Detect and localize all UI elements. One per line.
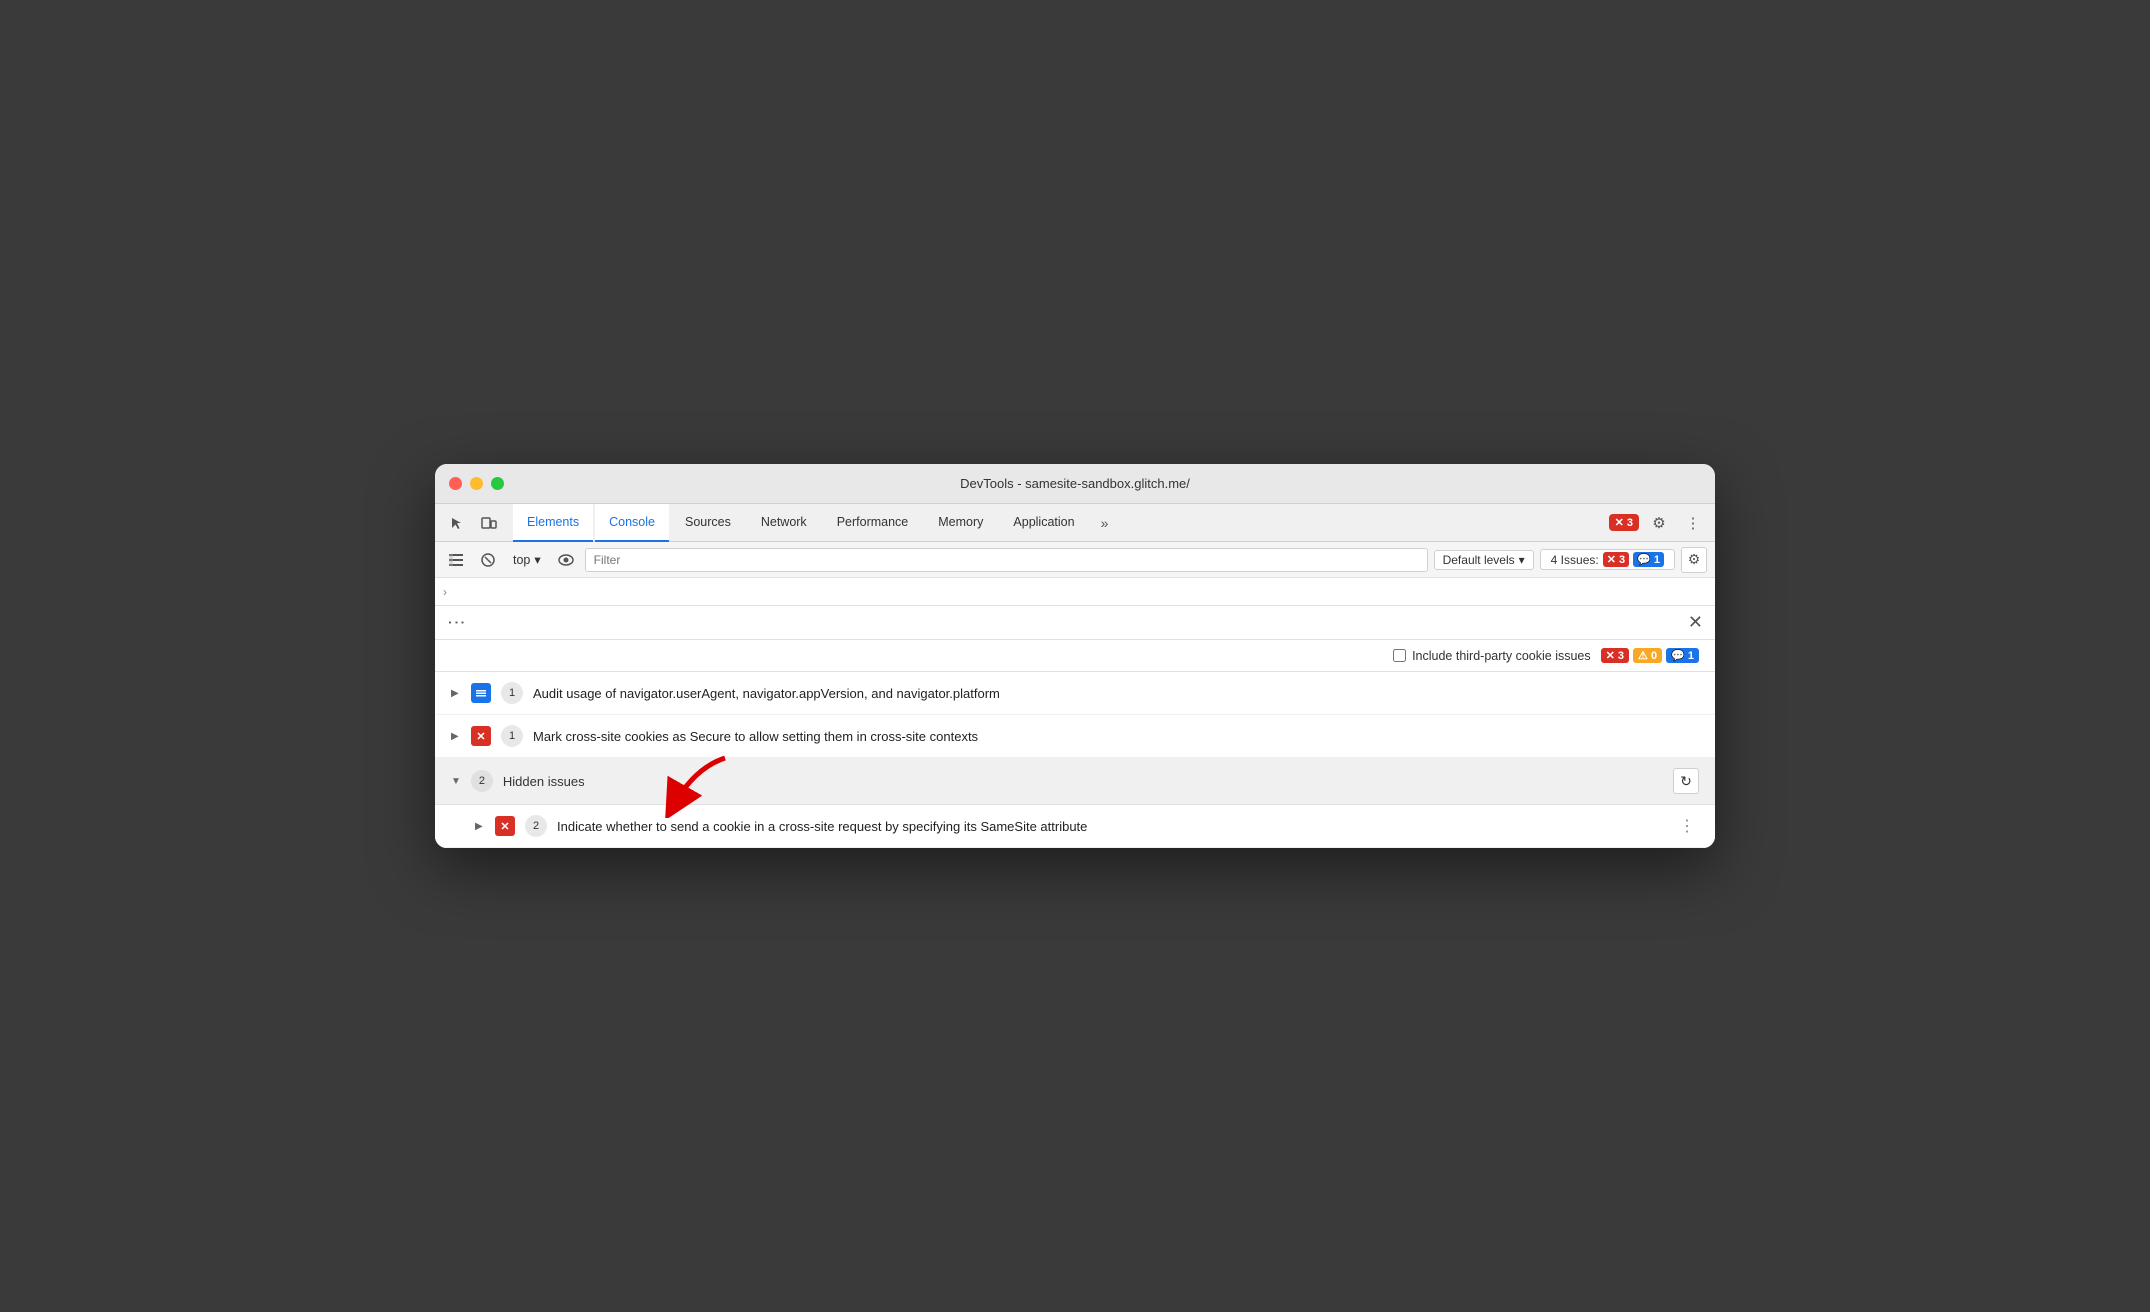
include-third-party-checkbox[interactable] bbox=[1393, 649, 1406, 662]
issues-toolbar: Include third-party cookie issues ✕ 3 ⚠ … bbox=[435, 640, 1715, 672]
tab-bar-right: ✕ 3 ⚙ ⋮ bbox=[1609, 509, 1707, 537]
issue-2-type-icon: ✕ bbox=[471, 726, 491, 746]
error-icon: ✕ bbox=[1615, 516, 1624, 529]
issue-row-cross-site-cookies[interactable]: ▶ ✕ 1 Mark cross-site cookies as Secure … bbox=[435, 715, 1715, 758]
issues-counter-button[interactable]: 4 Issues: ✕ 3 💬 1 bbox=[1540, 549, 1675, 570]
sub-issue-samesite[interactable]: ▶ ✕ 2 Indicate whether to send a cookie … bbox=[435, 805, 1715, 848]
refresh-hidden-issues-button[interactable]: ↻ bbox=[1673, 768, 1699, 794]
badge-info-count: 💬 1 bbox=[1666, 648, 1699, 663]
context-selector[interactable]: top ▾ bbox=[507, 550, 547, 569]
badge-warning-count: ⚠ 0 bbox=[1633, 648, 1662, 663]
tab-sources[interactable]: Sources bbox=[671, 504, 745, 542]
issue-2-text: Mark cross-site cookies as Secure to all… bbox=[533, 729, 1699, 744]
sub-issue-expand-icon[interactable]: ▶ bbox=[475, 821, 485, 832]
devtools-body: Elements Console Sources Network Perform… bbox=[435, 504, 1715, 848]
titlebar: DevTools - samesite-sandbox.glitch.me/ bbox=[435, 464, 1715, 504]
eye-icon-button[interactable] bbox=[553, 547, 579, 573]
tab-memory[interactable]: Memory bbox=[924, 504, 997, 542]
issue-1-count: 1 bbox=[501, 682, 523, 704]
issue-1-text: Audit usage of navigator.userAgent, navi… bbox=[533, 686, 1699, 701]
sidebar-toggle-button[interactable] bbox=[443, 547, 469, 573]
include-third-party-checkbox-label[interactable]: Include third-party cookie issues bbox=[1393, 649, 1591, 663]
console-settings-button[interactable]: ⚙ bbox=[1681, 547, 1707, 573]
issues-error-x-icon: ✕ bbox=[1607, 554, 1616, 566]
dropdown-chevron-icon: ▾ bbox=[534, 552, 540, 567]
clear-console-button[interactable] bbox=[475, 547, 501, 573]
cursor-icon-button[interactable] bbox=[443, 509, 471, 537]
log-levels-dropdown[interactable]: Default levels ▾ bbox=[1434, 550, 1534, 570]
error-badge: ✕ 3 bbox=[1609, 514, 1639, 531]
close-panel-button[interactable]: ✕ bbox=[1688, 612, 1703, 633]
issues-panel: ⋮ ✕ Include third-party cookie issues ✕ … bbox=[435, 606, 1715, 848]
badge-info-icon: 💬 bbox=[1671, 650, 1685, 662]
sub-issue-text: Indicate whether to send a cookie in a c… bbox=[557, 819, 1665, 834]
panel-top-row: › bbox=[435, 578, 1715, 606]
issue-2-expand-icon[interactable]: ▶ bbox=[451, 731, 461, 742]
tab-bar: Elements Console Sources Network Perform… bbox=[435, 504, 1715, 542]
tab-elements[interactable]: Elements bbox=[513, 504, 593, 542]
sub-issue-more-options-button[interactable]: ⋮ bbox=[1675, 816, 1699, 836]
console-toolbar: top ▾ Default levels ▾ 4 Issues: ✕ 3 bbox=[435, 542, 1715, 578]
tab-application[interactable]: Application bbox=[999, 504, 1088, 542]
tab-performance[interactable]: Performance bbox=[823, 504, 923, 542]
tab-network[interactable]: Network bbox=[747, 504, 821, 542]
issues-error-badge: ✕ 3 bbox=[1603, 552, 1629, 567]
issue-1-expand-icon[interactable]: ▶ bbox=[451, 688, 461, 699]
hidden-issues-expand-icon[interactable]: ▼ bbox=[451, 776, 461, 787]
hidden-issues-label: Hidden issues bbox=[503, 774, 1663, 789]
settings-icon-button[interactable]: ⚙ bbox=[1645, 509, 1673, 537]
device-toolbar-icon-button[interactable] bbox=[475, 509, 503, 537]
issues-info-bubble-icon: 💬 bbox=[1637, 554, 1651, 566]
more-options-button[interactable]: ⋮ bbox=[1679, 509, 1707, 537]
sub-issue-type-icon: ✕ bbox=[495, 816, 515, 836]
hidden-issues-row[interactable]: ▼ 2 Hidden issues ↻ bbox=[435, 758, 1715, 805]
breadcrumb-chevron-icon[interactable]: › bbox=[443, 585, 447, 599]
filter-input[interactable] bbox=[585, 548, 1428, 572]
issues-vertical-dots-icon[interactable]: ⋮ bbox=[446, 614, 467, 632]
tab-console[interactable]: Console bbox=[595, 504, 669, 542]
levels-chevron-icon: ▾ bbox=[1519, 553, 1525, 567]
window-title: DevTools - samesite-sandbox.glitch.me/ bbox=[960, 476, 1190, 491]
tab-bar-icons bbox=[443, 509, 503, 537]
issues-count-badges: ✕ 3 ⚠ 0 💬 1 bbox=[1601, 648, 1699, 663]
more-tabs-button[interactable]: » bbox=[1091, 509, 1119, 537]
issue-1-type-icon bbox=[471, 683, 491, 703]
issue-row-audit-usage[interactable]: ▶ 1 Audit usage of navigator.userAgent, … bbox=[435, 672, 1715, 715]
devtools-window: DevTools - samesite-sandbox.glitch.me/ bbox=[435, 464, 1715, 848]
badge-warning-icon: ⚠ bbox=[1638, 650, 1648, 662]
titlebar-buttons bbox=[449, 477, 504, 490]
minimize-button[interactable] bbox=[470, 477, 483, 490]
sub-issue-count: 2 bbox=[525, 815, 547, 837]
issues-panel-menu-row: ⋮ ✕ bbox=[435, 606, 1715, 640]
hidden-issues-count: 2 bbox=[471, 770, 493, 792]
badge-error-count: ✕ 3 bbox=[1601, 648, 1629, 663]
badge-error-icon: ✕ bbox=[1606, 650, 1615, 662]
maximize-button[interactable] bbox=[491, 477, 504, 490]
issues-info-badge: 💬 1 bbox=[1633, 552, 1664, 567]
issue-2-count: 1 bbox=[501, 725, 523, 747]
close-button[interactable] bbox=[449, 477, 462, 490]
